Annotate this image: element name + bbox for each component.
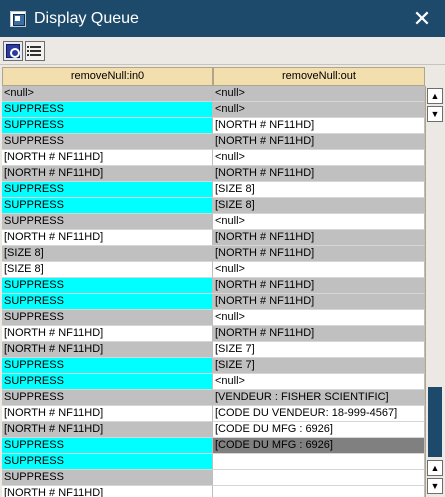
table-row[interactable]: [NORTH # NF11HD] [CODE DU MFG : 6926]: [2, 422, 425, 438]
refresh-button[interactable]: [3, 41, 23, 61]
cell-in0[interactable]: SUPPRESS: [2, 438, 213, 454]
table-row[interactable]: [SIZE 8] [NORTH # NF11HD]: [2, 246, 425, 262]
cell-out[interactable]: <null>: [213, 262, 425, 278]
cell-out[interactable]: <null>: [213, 86, 425, 102]
scroll-down-button[interactable]: ▼: [427, 106, 443, 122]
table-row[interactable]: <null> <null>: [2, 86, 425, 102]
cell-out[interactable]: [CODE DU MFG : 6926]: [213, 422, 425, 438]
table-row[interactable]: SUPPRESS [SIZE 8]: [2, 198, 425, 214]
title-bar: Display Queue ✕: [0, 0, 445, 37]
cell-out[interactable]: [NORTH # NF11HD]: [213, 230, 425, 246]
cell-in0[interactable]: [NORTH # NF11HD]: [2, 166, 213, 182]
table-header: removeNull:in0 removeNull:out: [2, 67, 425, 86]
cell-out[interactable]: <null>: [213, 214, 425, 230]
table-row[interactable]: [NORTH # NF11HD] [NORTH # NF11HD]: [2, 230, 425, 246]
cell-in0[interactable]: [NORTH # NF11HD]: [2, 230, 213, 246]
cell-out[interactable]: [SIZE 7]: [213, 342, 425, 358]
window-title: Display Queue: [34, 10, 139, 27]
cell-in0[interactable]: SUPPRESS: [2, 470, 213, 486]
cell-in0[interactable]: [NORTH # NF11HD]: [2, 486, 213, 497]
table-row[interactable]: SUPPRESS <null>: [2, 214, 425, 230]
cell-in0[interactable]: SUPPRESS: [2, 358, 213, 374]
table-row[interactable]: SUPPRESS: [2, 454, 425, 470]
table-row[interactable]: SUPPRESS <null>: [2, 374, 425, 390]
cell-out[interactable]: [SIZE 8]: [213, 198, 425, 214]
table-row[interactable]: SUPPRESS [VENDEUR : FISHER SCIENTIFIC]: [2, 390, 425, 406]
cell-in0[interactable]: SUPPRESS: [2, 182, 213, 198]
cell-out[interactable]: <null>: [213, 374, 425, 390]
cell-in0[interactable]: [SIZE 8]: [2, 246, 213, 262]
table-row[interactable]: [NORTH # NF11HD] <null>: [2, 150, 425, 166]
cell-in0[interactable]: <null>: [2, 86, 213, 102]
cell-out[interactable]: [NORTH # NF11HD]: [213, 326, 425, 342]
cell-in0[interactable]: SUPPRESS: [2, 102, 213, 118]
cell-out[interactable]: [NORTH # NF11HD]: [213, 166, 425, 182]
cell-in0[interactable]: SUPPRESS: [2, 390, 213, 406]
cell-out[interactable]: [NORTH # NF11HD]: [213, 294, 425, 310]
cell-out[interactable]: [NORTH # NF11HD]: [213, 118, 425, 134]
cell-out[interactable]: [213, 470, 425, 486]
cell-out[interactable]: [SIZE 8]: [213, 182, 425, 198]
table-row[interactable]: SUPPRESS [NORTH # NF11HD]: [2, 294, 425, 310]
cell-out[interactable]: <null>: [213, 102, 425, 118]
cell-in0[interactable]: SUPPRESS: [2, 454, 213, 470]
table-row[interactable]: [SIZE 8] <null>: [2, 262, 425, 278]
table-row[interactable]: SUPPRESS <null>: [2, 102, 425, 118]
cell-in0[interactable]: SUPPRESS: [2, 214, 213, 230]
scroll-up-button-lower[interactable]: ▲: [427, 460, 443, 476]
cell-in0[interactable]: [NORTH # NF11HD]: [2, 342, 213, 358]
table-row[interactable]: SUPPRESS: [2, 470, 425, 486]
cell-out[interactable]: [CODE DU MFG : 6926]: [213, 438, 425, 454]
cell-out[interactable]: [CODE DU VENDEUR: 18-999-4567]: [213, 406, 425, 422]
table-row[interactable]: [NORTH # NF11HD] [NORTH # NF11HD]: [2, 166, 425, 182]
cell-in0[interactable]: SUPPRESS: [2, 134, 213, 150]
app-icon: [10, 11, 26, 27]
table-row[interactable]: SUPPRESS [SIZE 7]: [2, 358, 425, 374]
cell-in0[interactable]: [NORTH # NF11HD]: [2, 422, 213, 438]
cell-out[interactable]: [VENDEUR : FISHER SCIENTIFIC]: [213, 390, 425, 406]
cell-out[interactable]: [NORTH # NF11HD]: [213, 278, 425, 294]
cell-in0[interactable]: [NORTH # NF11HD]: [2, 406, 213, 422]
scroll-thumb[interactable]: [428, 387, 442, 457]
cell-in0[interactable]: [NORTH # NF11HD]: [2, 150, 213, 166]
toolbar: [0, 37, 445, 65]
cell-out[interactable]: <null>: [213, 310, 425, 326]
table-row[interactable]: SUPPRESS [NORTH # NF11HD]: [2, 118, 425, 134]
table-row[interactable]: SUPPRESS <null>: [2, 310, 425, 326]
cell-in0[interactable]: [NORTH # NF11HD]: [2, 326, 213, 342]
table-row[interactable]: SUPPRESS [NORTH # NF11HD]: [2, 134, 425, 150]
scroll-up-button[interactable]: ▲: [427, 88, 443, 104]
column-header-in0[interactable]: removeNull:in0: [2, 67, 213, 86]
vertical-scrollbar[interactable]: ▲ ▼ ▲ ▼: [425, 86, 443, 497]
table-row[interactable]: [NORTH # NF11HD]: [2, 486, 425, 497]
cell-in0[interactable]: SUPPRESS: [2, 278, 213, 294]
cell-in0[interactable]: SUPPRESS: [2, 310, 213, 326]
cell-in0[interactable]: SUPPRESS: [2, 198, 213, 214]
cell-in0[interactable]: SUPPRESS: [2, 374, 213, 390]
cell-out[interactable]: [NORTH # NF11HD]: [213, 246, 425, 262]
refresh-icon: [6, 44, 20, 58]
cell-in0[interactable]: SUPPRESS: [2, 118, 213, 134]
cell-out[interactable]: [213, 454, 425, 470]
table-row[interactable]: SUPPRESS [NORTH # NF11HD]: [2, 278, 425, 294]
table-row[interactable]: [NORTH # NF11HD] [CODE DU VENDEUR: 18-999…: [2, 406, 425, 422]
table-row[interactable]: SUPPRESS [CODE DU MFG : 6926]: [2, 438, 425, 454]
column-header-out[interactable]: removeNull:out: [213, 67, 425, 86]
table-row[interactable]: SUPPRESS [SIZE 8]: [2, 182, 425, 198]
cell-in0[interactable]: [SIZE 8]: [2, 262, 213, 278]
cell-out[interactable]: [SIZE 7]: [213, 358, 425, 374]
cell-out[interactable]: [213, 486, 425, 497]
cell-out[interactable]: <null>: [213, 150, 425, 166]
table-row[interactable]: [NORTH # NF11HD] [NORTH # NF11HD]: [2, 326, 425, 342]
cell-out[interactable]: [NORTH # NF11HD]: [213, 134, 425, 150]
close-icon[interactable]: ✕: [399, 0, 445, 37]
list-view-button[interactable]: [25, 41, 45, 61]
scroll-down-button-lower[interactable]: ▼: [427, 478, 443, 494]
cell-in0[interactable]: SUPPRESS: [2, 294, 213, 310]
table-row[interactable]: [NORTH # NF11HD] [SIZE 7]: [2, 342, 425, 358]
queue-grid: removeNull:in0 removeNull:out <null> <nul…: [0, 65, 445, 497]
table-body: <null> <null> SUPPRESS <null> SUPPRESS [NORTH…: [2, 86, 425, 497]
